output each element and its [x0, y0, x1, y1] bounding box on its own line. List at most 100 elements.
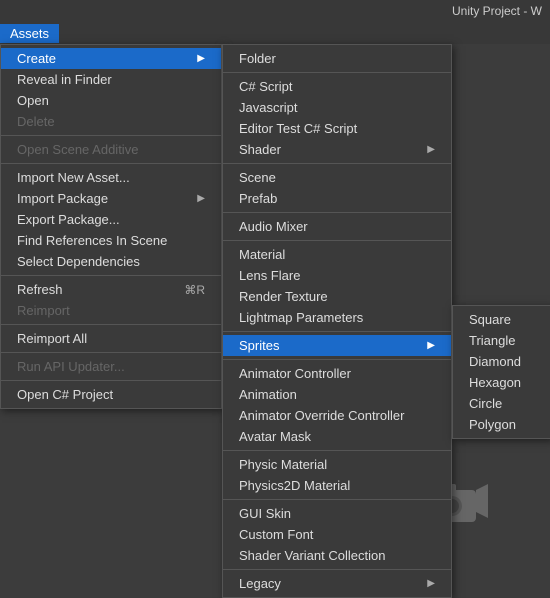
create-label: Create	[17, 51, 56, 66]
hexagon-label: Hexagon	[469, 375, 521, 390]
prefab-item[interactable]: Prefab	[223, 188, 451, 209]
legacy-label: Legacy	[239, 576, 281, 591]
create-section-10: Legacy ▶	[223, 570, 451, 597]
diamond-label: Diamond	[469, 354, 521, 369]
legacy-arrow: ▶	[427, 578, 435, 589]
import-new-asset-label: Import New Asset...	[17, 170, 130, 185]
open-label: Open	[17, 93, 49, 108]
menu-section-4: Refresh ⌘R Reimport	[1, 276, 221, 325]
menu-bar: Assets	[0, 22, 550, 44]
sprites-item[interactable]: Sprites ▶	[223, 335, 451, 356]
polygon-label: Polygon	[469, 417, 516, 432]
open-scene-additive-label: Open Scene Additive	[17, 142, 138, 157]
scene-label: Scene	[239, 170, 276, 185]
gui-skin-item[interactable]: GUI Skin	[223, 503, 451, 524]
create-section-5: Material Lens Flare Render Texture Light…	[223, 241, 451, 332]
refresh-label: Refresh	[17, 282, 63, 297]
refresh-item[interactable]: Refresh ⌘R	[1, 279, 221, 300]
csharp-script-item[interactable]: C# Script	[223, 76, 451, 97]
reimport-label: Reimport	[17, 303, 70, 318]
lens-flare-item[interactable]: Lens Flare	[223, 265, 451, 286]
javascript-item[interactable]: Javascript	[223, 97, 451, 118]
scene-item[interactable]: Scene	[223, 167, 451, 188]
sprites-dropdown: Square Triangle Diamond Hexagon Circle P…	[452, 305, 550, 439]
shader-item[interactable]: Shader ▶	[223, 139, 451, 160]
assets-menu-trigger[interactable]: Assets	[0, 24, 59, 43]
create-item[interactable]: Create ▶	[1, 48, 221, 69]
create-dropdown: Folder C# Script Javascript Editor Test …	[222, 44, 452, 598]
reimport-item: Reimport	[1, 300, 221, 321]
physics2d-material-item[interactable]: Physics2D Material	[223, 475, 451, 496]
export-package-item[interactable]: Export Package...	[1, 209, 221, 230]
import-package-arrow: ▶	[197, 193, 205, 204]
animation-item[interactable]: Animation	[223, 384, 451, 405]
lightmap-params-item[interactable]: Lightmap Parameters	[223, 307, 451, 328]
delete-item: Delete	[1, 111, 221, 132]
find-references-item[interactable]: Find References In Scene	[1, 230, 221, 251]
lens-flare-label: Lens Flare	[239, 268, 300, 283]
menu-section-6: Run API Updater...	[1, 353, 221, 381]
physic-material-item[interactable]: Physic Material	[223, 454, 451, 475]
animator-override-item[interactable]: Animator Override Controller	[223, 405, 451, 426]
gui-skin-label: GUI Skin	[239, 506, 291, 521]
shader-variant-item[interactable]: Shader Variant Collection	[223, 545, 451, 566]
triangle-label: Triangle	[469, 333, 515, 348]
open-item[interactable]: Open	[1, 90, 221, 111]
select-dependencies-label: Select Dependencies	[17, 254, 140, 269]
top-bar: Unity Project - W	[0, 0, 550, 22]
physics2d-material-label: Physics2D Material	[239, 478, 350, 493]
material-label: Material	[239, 247, 285, 262]
custom-font-label: Custom Font	[239, 527, 313, 542]
create-section-4: Audio Mixer	[223, 213, 451, 241]
create-arrow: ▶	[197, 53, 205, 64]
circle-item[interactable]: Circle	[453, 393, 550, 414]
sprites-section: Square Triangle Diamond Hexagon Circle P…	[453, 306, 550, 438]
shader-arrow: ▶	[427, 144, 435, 155]
find-references-label: Find References In Scene	[17, 233, 167, 248]
triangle-item[interactable]: Triangle	[453, 330, 550, 351]
create-section-8: Physic Material Physics2D Material	[223, 451, 451, 500]
javascript-label: Javascript	[239, 100, 298, 115]
circle-label: Circle	[469, 396, 502, 411]
reveal-in-finder-item[interactable]: Reveal in Finder	[1, 69, 221, 90]
reimport-all-label: Reimport All	[17, 331, 87, 346]
reveal-label: Reveal in Finder	[17, 72, 112, 87]
sprites-label: Sprites	[239, 338, 279, 353]
material-item[interactable]: Material	[223, 244, 451, 265]
hexagon-item[interactable]: Hexagon	[453, 372, 550, 393]
menu-section-5: Reimport All	[1, 325, 221, 353]
audio-mixer-item[interactable]: Audio Mixer	[223, 216, 451, 237]
custom-font-item[interactable]: Custom Font	[223, 524, 451, 545]
polygon-item[interactable]: Polygon	[453, 414, 550, 435]
lightmap-params-label: Lightmap Parameters	[239, 310, 363, 325]
run-api-updater-label: Run API Updater...	[17, 359, 125, 374]
assets-dropdown: Create ▶ Reveal in Finder Open Delete Op…	[0, 44, 222, 409]
avatar-mask-item[interactable]: Avatar Mask	[223, 426, 451, 447]
animator-controller-label: Animator Controller	[239, 366, 351, 381]
import-package-item[interactable]: Import Package ▶	[1, 188, 221, 209]
run-api-updater-item: Run API Updater...	[1, 356, 221, 377]
folder-item[interactable]: Folder	[223, 48, 451, 69]
select-dependencies-item[interactable]: Select Dependencies	[1, 251, 221, 272]
physic-material-label: Physic Material	[239, 457, 327, 472]
sprites-arrow: ▶	[427, 340, 435, 351]
create-section-7: Animator Controller Animation Animator O…	[223, 360, 451, 451]
create-section-9: GUI Skin Custom Font Shader Variant Coll…	[223, 500, 451, 570]
import-package-label: Import Package	[17, 191, 108, 206]
audio-mixer-label: Audio Mixer	[239, 219, 308, 234]
legacy-item[interactable]: Legacy ▶	[223, 573, 451, 594]
open-csharp-project-item[interactable]: Open C# Project	[1, 384, 221, 405]
reimport-all-item[interactable]: Reimport All	[1, 328, 221, 349]
create-section-1: Folder	[223, 45, 451, 73]
editor-test-item[interactable]: Editor Test C# Script	[223, 118, 451, 139]
render-texture-item[interactable]: Render Texture	[223, 286, 451, 307]
square-item[interactable]: Square	[453, 309, 550, 330]
import-new-asset-item[interactable]: Import New Asset...	[1, 167, 221, 188]
square-label: Square	[469, 312, 511, 327]
delete-label: Delete	[17, 114, 55, 129]
prefab-label: Prefab	[239, 191, 277, 206]
menu-section-3: Import New Asset... Import Package ▶ Exp…	[1, 164, 221, 276]
diamond-item[interactable]: Diamond	[453, 351, 550, 372]
animator-controller-item[interactable]: Animator Controller	[223, 363, 451, 384]
export-package-label: Export Package...	[17, 212, 120, 227]
